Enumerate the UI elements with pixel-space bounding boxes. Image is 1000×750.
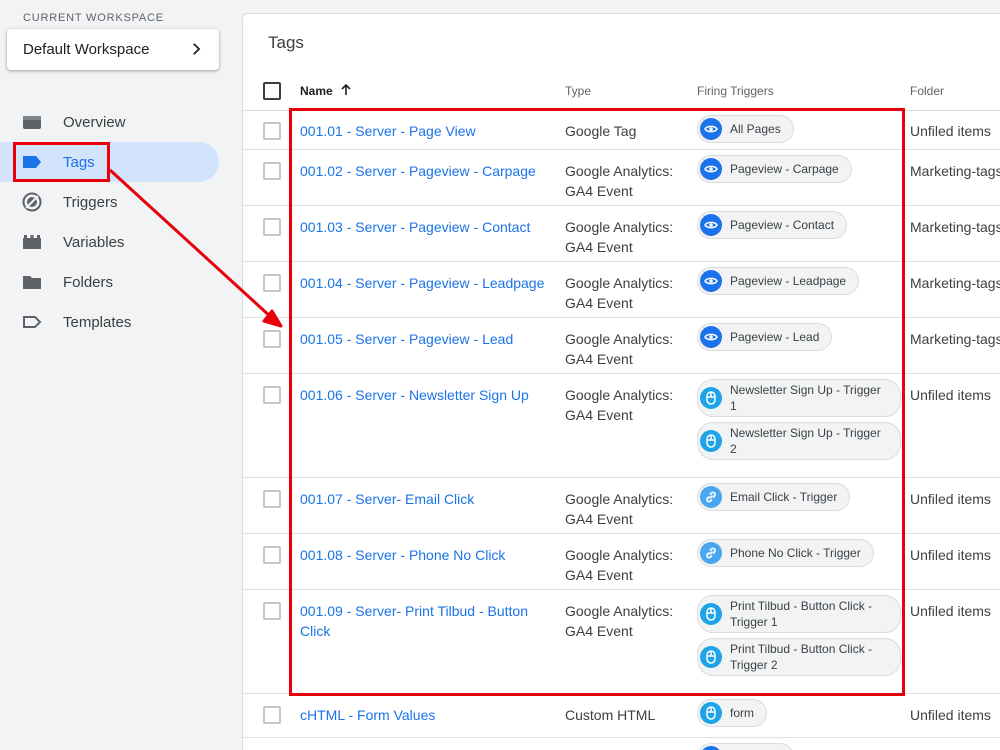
- tag-folder: Marketing-tags: [910, 219, 1000, 235]
- row-checkbox[interactable]: [263, 330, 281, 348]
- column-header-folder[interactable]: Folder: [910, 84, 944, 98]
- page-title: Tags: [268, 33, 304, 52]
- eye-icon: [700, 746, 722, 750]
- tag-folder: Unfiled items: [910, 123, 991, 139]
- variables-icon: [23, 235, 41, 249]
- nav-label: Templates: [63, 314, 132, 331]
- table-row[interactable]: Conversion LinkerConversion LinkerAll Pa…: [243, 738, 1000, 750]
- row-checkbox[interactable]: [263, 274, 281, 292]
- nav-item-triggers[interactable]: Triggers: [0, 182, 219, 222]
- tag-folder: Unfiled items: [910, 491, 991, 507]
- mouse-icon: [700, 702, 722, 724]
- sidebar: CURRENT WORKSPACE Default Workspace Over…: [0, 0, 242, 750]
- tag-folder: Unfiled items: [910, 707, 991, 723]
- nav-item-overview[interactable]: Overview: [0, 102, 219, 142]
- row-checkbox[interactable]: [263, 602, 281, 620]
- chevron-right-icon: [193, 43, 201, 55]
- select-all-checkbox[interactable]: [263, 82, 281, 100]
- trigger-icon: [22, 192, 42, 212]
- nav-item-folders[interactable]: Folders: [0, 262, 219, 302]
- row-checkbox[interactable]: [263, 162, 281, 180]
- table-row[interactable]: cHTML - Form Values Custom HTML form Unfile…: [243, 694, 1000, 738]
- column-header-type[interactable]: Type: [565, 84, 591, 98]
- trigger-label: form: [730, 706, 754, 720]
- nav-item-templates[interactable]: Templates: [0, 302, 219, 342]
- row-checkbox[interactable]: [263, 706, 281, 724]
- column-header-name[interactable]: Name: [300, 83, 352, 98]
- tag-type: Custom HTML: [565, 707, 656, 723]
- tag-folder: Unfiled items: [910, 603, 991, 619]
- row-checkbox[interactable]: [263, 122, 281, 140]
- nav-label: Folders: [63, 274, 114, 291]
- column-header-triggers[interactable]: Firing Triggers: [697, 84, 774, 98]
- row-checkbox[interactable]: [263, 218, 281, 236]
- template-icon: [23, 316, 42, 328]
- nav-label: Triggers: [63, 194, 118, 211]
- briefcase-icon: [23, 116, 41, 129]
- workspace-label: CURRENT WORKSPACE: [23, 12, 164, 24]
- tag-folder: Unfiled items: [910, 547, 991, 563]
- folder-icon: [23, 276, 41, 289]
- arrow-up-icon: [341, 83, 351, 95]
- table-header: Name Type Firing Triggers Folder: [243, 74, 1000, 111]
- annotation-box-tags-nav: [13, 142, 110, 182]
- annotation-box-tag-list: [289, 108, 905, 696]
- row-checkbox[interactable]: [263, 490, 281, 508]
- tag-folder: Unfiled items: [910, 387, 991, 403]
- nav-label: Variables: [63, 234, 125, 251]
- tag-folder: Marketing-tags: [910, 275, 1000, 291]
- firing-triggers: All Pages: [697, 743, 903, 750]
- nav-item-variables[interactable]: Variables: [0, 222, 219, 262]
- row-checkbox[interactable]: [263, 386, 281, 404]
- trigger-chip[interactable]: form: [697, 699, 767, 727]
- workspace-name: Default Workspace: [23, 41, 150, 58]
- tag-name-link[interactable]: cHTML - Form Values: [300, 705, 550, 725]
- row-checkbox[interactable]: [263, 546, 281, 564]
- tag-folder: Marketing-tags: [910, 331, 1000, 347]
- firing-triggers: form: [697, 699, 903, 732]
- tag-folder: Marketing-tags: [910, 163, 1000, 179]
- nav-label: Overview: [63, 114, 126, 131]
- workspace-selector[interactable]: Default Workspace: [7, 29, 219, 70]
- trigger-chip[interactable]: All Pages: [697, 743, 794, 750]
